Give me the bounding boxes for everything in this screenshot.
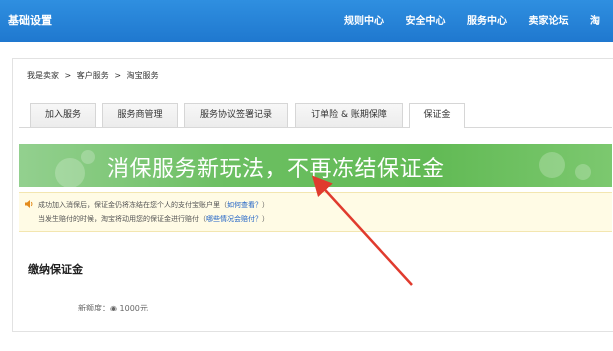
arrow-annotation — [311, 175, 413, 286]
